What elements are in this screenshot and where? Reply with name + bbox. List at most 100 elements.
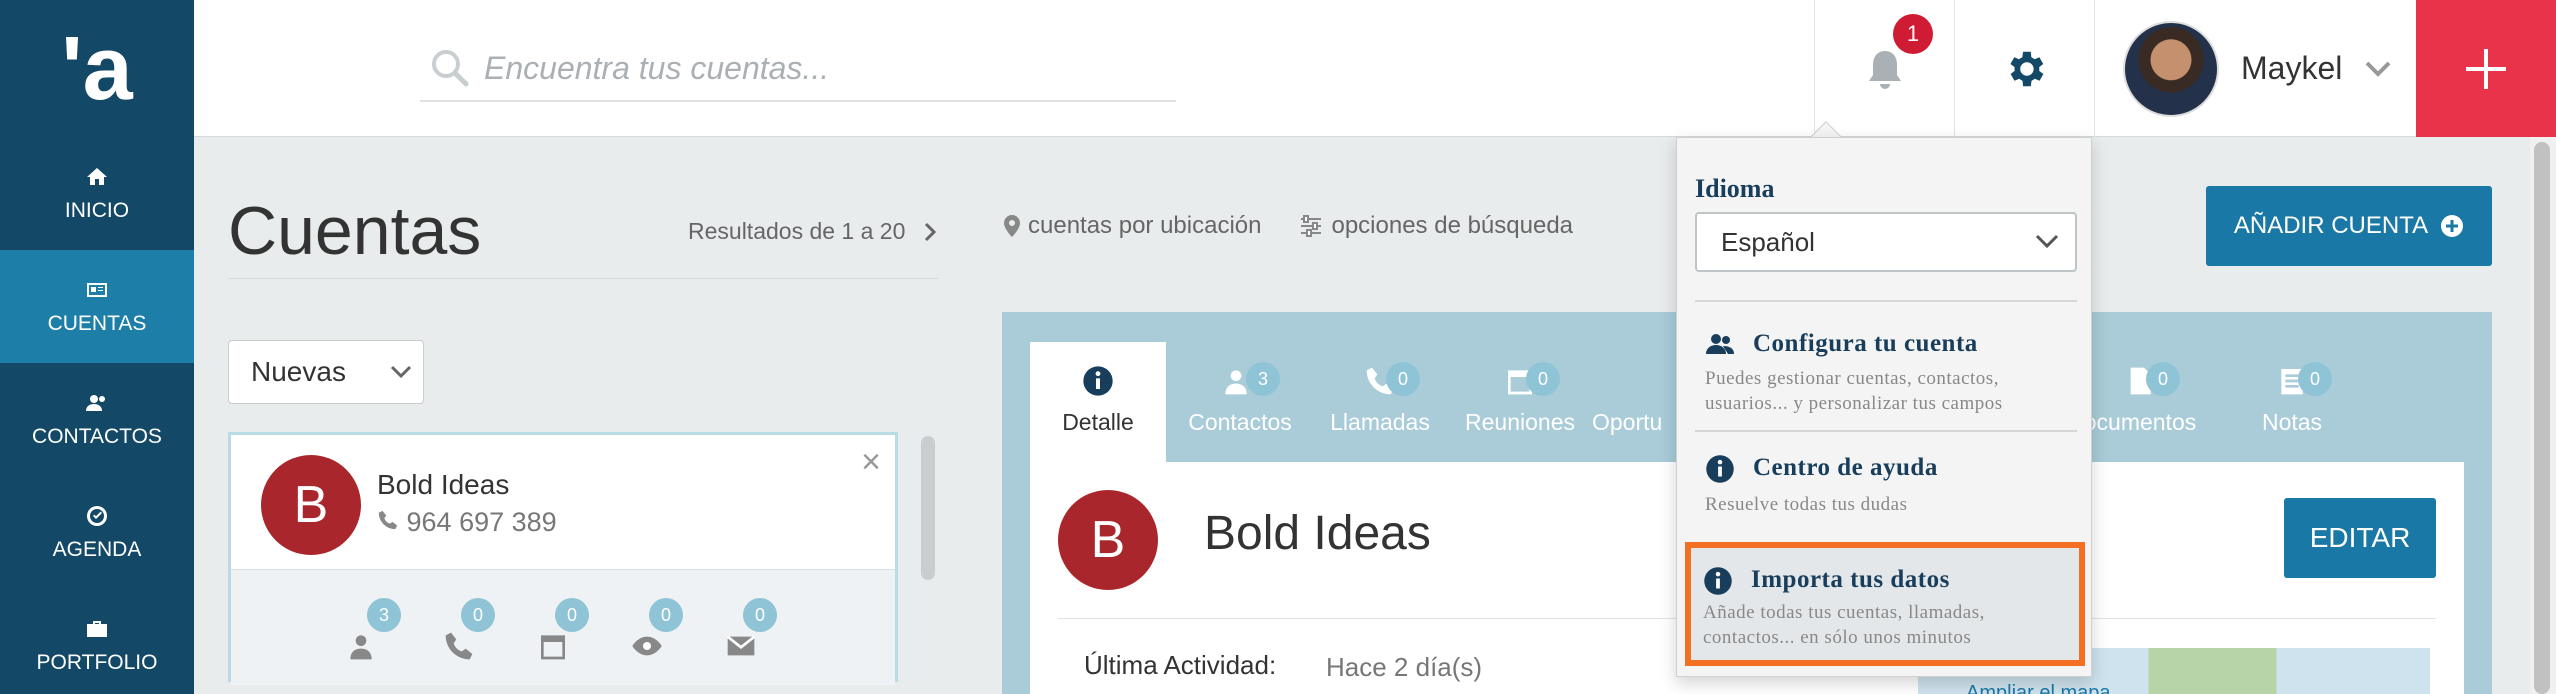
menu-item-title: Centro de ayuda <box>1753 454 1938 481</box>
sidebar-item-label: INICIO <box>64 198 130 222</box>
notification-badge: 1 <box>1893 14 1933 54</box>
count-bubble: 0 <box>2298 362 2332 396</box>
sidebar: 'a INICIO CUENTAS CONTACTOS AGENDA PORTF… <box>0 0 194 694</box>
tab-notas[interactable]: Notas 0 <box>2224 342 2360 462</box>
count-bubble: 0 <box>649 598 683 632</box>
menu-item-description: Resuelve todas tus dudas <box>1705 494 1908 515</box>
list-scrollbar-thumb[interactable] <box>921 436 935 580</box>
divider <box>228 278 938 279</box>
info-icon <box>1704 567 1732 595</box>
info-icon <box>1706 455 1734 483</box>
home-icon <box>87 167 107 185</box>
count-bubble: 0 <box>555 598 589 632</box>
app-logo[interactable]: 'a <box>0 0 194 137</box>
sidebar-item-contactos[interactable]: CONTACTOS <box>0 363 194 476</box>
count-bubble: 0 <box>743 598 777 632</box>
id-card-icon <box>87 282 107 297</box>
sidebar-item-label: AGENDA <box>52 537 142 561</box>
language-select[interactable]: Español <box>1695 212 2077 272</box>
divider <box>1695 430 2077 432</box>
sidebar-item-inicio[interactable]: INICIO <box>0 137 194 250</box>
avatar <box>2123 20 2219 117</box>
user-menu[interactable]: Maykel <box>2094 0 2416 137</box>
account-name: Bold Ideas <box>377 469 510 500</box>
add-new-button[interactable] <box>2416 0 2556 137</box>
chevron-down-icon <box>2365 61 2391 77</box>
results-text: Resultados de 1 a 20 <box>688 218 906 244</box>
tab-documentos[interactable]: ocumentos 0 <box>2072 342 2208 462</box>
phone-icon <box>445 632 473 660</box>
page-scrollbar-thumb[interactable] <box>2534 142 2550 694</box>
quick-meetings[interactable]: 0 <box>537 598 589 667</box>
user-name: Maykel <box>2241 50 2343 86</box>
count-bubble: 0 <box>1386 362 1420 396</box>
edit-button[interactable]: EDITAR <box>2284 498 2436 578</box>
notifications-button[interactable]: 1 <box>1814 0 1954 137</box>
language-label: Idioma <box>1695 174 1775 203</box>
account-list-item[interactable]: B Bold Ideas 964 697 389 × 3 0 0 0 0 <box>228 432 898 685</box>
filter-select[interactable]: Nuevas <box>228 340 424 404</box>
account-name: Bold Ideas <box>1204 507 1431 560</box>
enlarge-map-link[interactable]: Ampliar el mapa <box>1966 682 2111 694</box>
tab-detalle[interactable]: Detalle <box>1030 342 1166 462</box>
menu-item-description: Puedes gestionar cuentas, contactos, usu… <box>1705 368 2003 414</box>
search-bar <box>420 36 1176 102</box>
location-link[interactable]: cuentas por ubicación <box>1004 212 1261 240</box>
calendar-icon <box>541 635 565 660</box>
account-avatar: B <box>1058 490 1158 590</box>
top-links: cuentas por ubicación opciones de búsque… <box>1004 212 1573 240</box>
account-phone: 964 697 389 <box>377 507 557 538</box>
phone-icon <box>378 510 398 530</box>
menu-item-help-center[interactable]: Centro de ayuda Resuelve todas tus dudas <box>1687 440 2083 530</box>
add-account-button[interactable]: AÑADIR CUENTA <box>2206 186 2492 266</box>
quick-views[interactable]: 0 <box>631 598 683 667</box>
menu-item-configure-account[interactable]: Configura tu cuenta Puedes gestionar cue… <box>1687 310 2083 420</box>
check-circle-icon <box>87 505 107 526</box>
results-pagination[interactable]: Resultados de 1 a 20 <box>688 218 937 245</box>
settings-button[interactable] <box>1954 0 2094 137</box>
contacts-icon <box>350 635 372 660</box>
envelope-icon <box>726 635 756 656</box>
search-input[interactable] <box>484 49 1134 87</box>
plus-icon <box>2466 48 2506 89</box>
tab-llamadas[interactable]: Llamadas 0 <box>1312 342 1448 462</box>
chevron-right-icon[interactable] <box>923 221 937 243</box>
plus-circle-icon <box>2441 215 2464 237</box>
quick-emails[interactable]: 0 <box>725 598 777 667</box>
top-header: 1 Maykel <box>194 0 2556 137</box>
sidebar-item-label: CONTACTOS <box>32 424 162 448</box>
quick-calls[interactable]: 0 <box>443 598 495 667</box>
language-value: Español <box>1721 226 1815 257</box>
tab-contactos[interactable]: Contactos 3 <box>1172 342 1308 462</box>
gear-icon <box>2009 51 2043 86</box>
tab-oportunidades[interactable]: Oportu <box>1592 342 1682 462</box>
sliders-icon <box>1301 215 1322 237</box>
count-bubble: 3 <box>367 598 401 632</box>
last-activity-label: Última Actividad: <box>1084 650 1277 680</box>
count-bubble: 0 <box>2146 362 2180 396</box>
menu-item-description: Añade todas tus cuentas, llamadas, conta… <box>1703 602 1985 648</box>
search-options-link[interactable]: opciones de búsqueda <box>1299 212 1573 240</box>
info-icon <box>1083 366 1113 396</box>
bell-icon <box>1868 50 1901 89</box>
count-bubble: 0 <box>1526 362 1560 396</box>
tab-reuniones[interactable]: Reuniones 0 <box>1452 342 1588 462</box>
sidebar-item-label: PORTFOLIO <box>36 650 158 674</box>
sidebar-item-cuentas[interactable]: CUENTAS <box>0 250 194 363</box>
quick-contacts[interactable]: 3 <box>349 598 401 667</box>
divider <box>1695 300 2077 302</box>
menu-item-import-data[interactable]: Importa tus datos Añade todas tus cuenta… <box>1685 542 2085 666</box>
menu-item-title: Importa tus datos <box>1751 566 1950 593</box>
sidebar-item-agenda[interactable]: AGENDA <box>0 476 194 589</box>
close-icon[interactable]: × <box>861 443 881 482</box>
chevron-down-icon <box>2035 234 2059 249</box>
count-bubble: 0 <box>461 598 495 632</box>
contacts-icon <box>86 394 105 411</box>
sidebar-item-portfolio[interactable]: PORTFOLIO <box>0 589 194 694</box>
account-avatar: B <box>261 455 361 555</box>
page-title: Cuentas <box>228 193 482 269</box>
last-activity-value: Hace 2 día(s) <box>1326 652 1483 682</box>
briefcase-icon <box>87 620 107 637</box>
settings-dropdown: Idioma Español Configura tu cuenta Puede… <box>1676 137 2092 677</box>
chevron-down-icon <box>390 365 411 379</box>
